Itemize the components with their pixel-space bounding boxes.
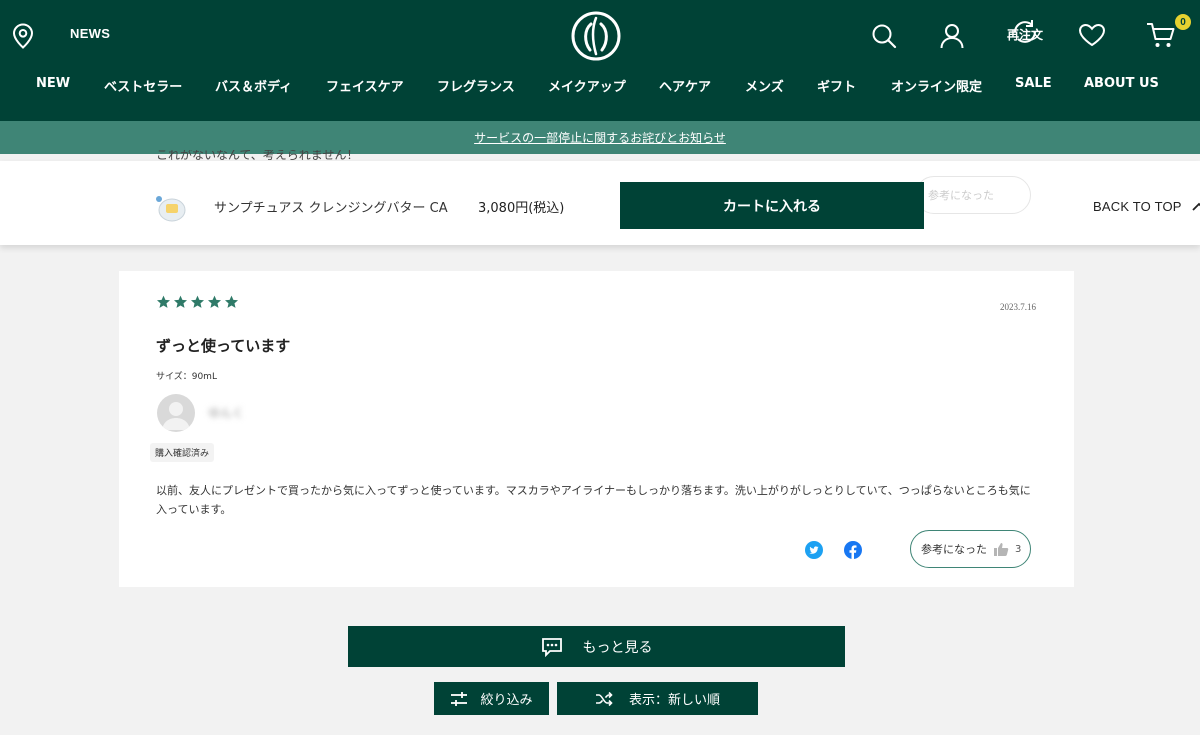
notice-link[interactable]: サービスの一部停止に関するお詫びとお知らせ (474, 129, 726, 146)
review-card: 2023.7.16 ずっと使っています サイズ：90mL ゆんく 購入確認済み … (119, 271, 1074, 587)
nav-item-about-us[interactable]: ABOUT US (1084, 76, 1159, 91)
review-title: ずっと使っています (156, 337, 291, 355)
filter-icon (451, 691, 468, 706)
avatar (157, 394, 195, 432)
heart-icon[interactable] (1078, 22, 1106, 48)
faded-helpful-button: 参考になった (915, 176, 1031, 214)
account-icon[interactable] (939, 22, 965, 50)
speech-bubble-icon (541, 637, 562, 657)
helpful-count: 3 (1015, 543, 1022, 555)
filter-label: 絞り込み (480, 693, 533, 708)
search-icon[interactable] (870, 22, 898, 50)
back-to-top-label: BACK TO TOP (1093, 199, 1182, 214)
shuffle-icon (595, 691, 613, 706)
product-price: 3,080円(税込) (478, 201, 565, 216)
nav-item-hair-care[interactable]: ヘアケア (659, 76, 711, 95)
facebook-share-icon[interactable] (844, 541, 862, 559)
sticky-product-bar: サンプチュアス クレンジングバター CA 3,080円(税込) 参考になった カ… (0, 161, 1200, 245)
main-nav: NEW ベストセラー バス＆ボディ フェイスケア フレグランス メイクアップ ヘ… (0, 76, 1200, 100)
nav-item-makeup[interactable]: メイクアップ (548, 76, 626, 95)
reviewer-name: ゆんく (208, 406, 245, 420)
nav-item-online-exclusive[interactable]: オンライン限定 (891, 76, 982, 95)
star-icon (207, 295, 222, 308)
review-date: 2023.7.16 (1000, 302, 1036, 312)
load-more-label: もっと見る (582, 639, 653, 656)
nav-item-gift[interactable]: ギフト (817, 76, 856, 95)
partial-review-text: これがないなんて、考えられません！ (156, 150, 359, 160)
faded-helpful-label: 参考になった (928, 189, 994, 202)
back-to-top-button[interactable]: BACK TO TOP (1093, 199, 1200, 214)
cart-count-badge: 0 (1175, 14, 1191, 30)
star-icon (156, 295, 171, 308)
nav-item-face-care[interactable]: フェイスケア (326, 76, 404, 95)
logo[interactable] (570, 10, 622, 62)
star-icon (173, 295, 188, 308)
twitter-share-icon[interactable] (805, 541, 823, 559)
chevron-up-icon (1192, 202, 1200, 211)
nav-item-fragrance[interactable]: フレグランス (437, 76, 515, 95)
site-header: NEWS 再注文 0 NEW ベストセラー バス＆ボディ フェイスケア フレグラ… (0, 0, 1200, 121)
filter-button[interactable]: 絞り込み (434, 682, 549, 715)
cart-icon[interactable] (1144, 20, 1178, 50)
rating-stars (156, 295, 239, 309)
thumbs-up-icon (994, 543, 1009, 556)
helpful-label: 参考になった (921, 543, 987, 556)
location-icon[interactable] (11, 22, 35, 50)
reorder-label[interactable]: 再注文 (1007, 26, 1043, 43)
news-link[interactable]: NEWS (70, 26, 110, 41)
helpful-button[interactable]: 参考になった 3 (910, 530, 1031, 568)
sort-label: 表示：新しい順 (628, 693, 720, 708)
review-size: サイズ：90mL (156, 372, 217, 382)
load-more-button[interactable]: もっと見る (348, 626, 845, 667)
star-icon (224, 295, 239, 308)
sort-button[interactable]: 表示：新しい順 (557, 682, 758, 715)
review-body: 以前、友人にプレゼントで買ったから気に入ってずっと使っています。マスカラやアイラ… (156, 484, 1031, 516)
product-thumbnail (155, 194, 187, 222)
nav-item-bestseller[interactable]: ベストセラー (104, 76, 182, 95)
nav-item-sale[interactable]: SALE (1015, 76, 1052, 91)
product-name: サンプチュアス クレンジングバター CA (214, 201, 448, 216)
add-to-cart-button[interactable]: カートに入れる (620, 182, 924, 229)
verified-badge: 購入確認済み (150, 443, 215, 462)
nav-item-bath-body[interactable]: バス＆ボディ (215, 76, 292, 95)
nav-item-new[interactable]: NEW (36, 76, 70, 91)
star-icon (190, 295, 205, 308)
nav-item-mens[interactable]: メンズ (745, 76, 784, 95)
